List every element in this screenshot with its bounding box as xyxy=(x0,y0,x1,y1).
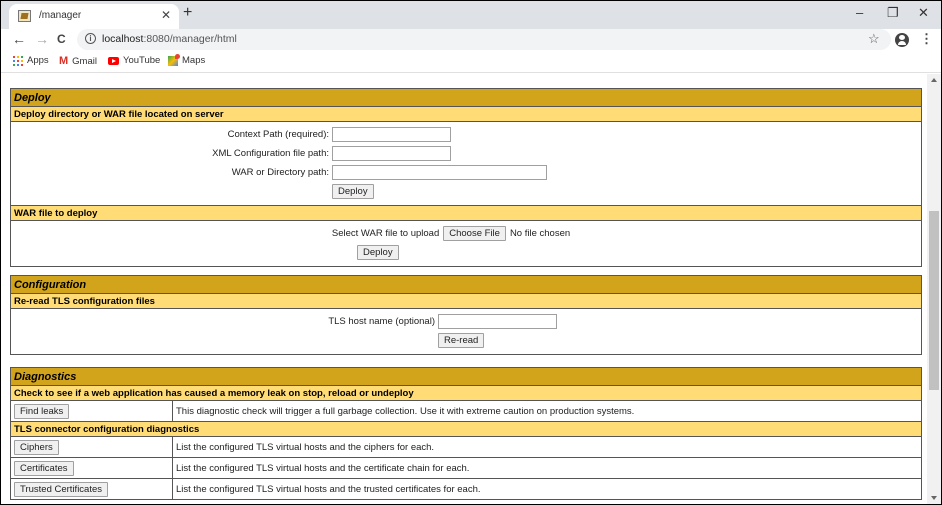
tab-title: /manager xyxy=(39,10,82,21)
ciphers-description: List the configured TLS virtual hosts an… xyxy=(172,436,922,458)
reread-button[interactable]: Re-read xyxy=(438,333,485,348)
browser-toolbar: ← → C i localhost:8080/manager/html ☆ ⋮ xyxy=(1,29,941,51)
vertical-scrollbar[interactable] xyxy=(927,74,941,504)
url-host: localhost xyxy=(102,33,144,45)
deploy-section: Deploy Deploy directory or WAR file loca… xyxy=(10,88,922,267)
diagnostics-section: Diagnostics Check to see if a web applic… xyxy=(10,367,922,500)
new-tab-button[interactable]: + xyxy=(183,5,192,21)
trusted-certificates-cell: Trusted Certificates xyxy=(10,478,173,500)
xml-config-path-label: XML Configuration file path: xyxy=(212,148,329,159)
trusted-certificates-row: Trusted Certificates List the configured… xyxy=(10,478,922,500)
bookmark-label: Gmail xyxy=(72,55,97,67)
find-leaks-cell: Find leaks xyxy=(10,400,173,422)
bookmark-gmail[interactable]: M Gmail xyxy=(59,55,97,67)
tls-host-label: TLS host name (optional) xyxy=(328,316,435,327)
reread-tls-heading: Re-read TLS configuration files xyxy=(10,293,922,309)
find-leaks-button[interactable]: Find leaks xyxy=(14,403,70,419)
scroll-up-arrow-icon[interactable] xyxy=(931,78,937,82)
scrollbar-thumb[interactable] xyxy=(929,211,939,390)
ciphers-row: Ciphers List the configured TLS virtual … xyxy=(10,436,922,458)
profile-avatar-icon[interactable] xyxy=(895,33,909,47)
memory-leak-heading: Check to see if a web application has ca… xyxy=(10,385,922,401)
bookmark-youtube[interactable]: YouTube xyxy=(108,55,160,66)
war-directory-path-label: WAR or Directory path: xyxy=(231,167,329,178)
choose-file-button[interactable]: Choose File xyxy=(443,226,506,241)
deploy-upload-button[interactable]: Deploy xyxy=(357,245,399,260)
war-directory-path-input[interactable] xyxy=(332,165,547,180)
apps-grid-icon xyxy=(13,55,23,66)
ciphers-button[interactable]: Ciphers xyxy=(14,439,59,455)
war-upload-heading: WAR file to deploy xyxy=(10,205,922,221)
xml-config-path-input[interactable] xyxy=(332,146,451,161)
deploy-server-heading: Deploy directory or WAR file located on … xyxy=(10,106,922,122)
select-war-label: Select WAR file to upload xyxy=(331,228,440,239)
minimize-button[interactable]: – xyxy=(856,5,863,20)
war-upload-form: Select WAR file to upload Choose File No… xyxy=(10,220,922,267)
bookmark-label: Maps xyxy=(182,55,206,66)
restore-button[interactable]: ❐ xyxy=(887,5,899,21)
bookmark-label: YouTube xyxy=(123,55,161,66)
maps-icon xyxy=(168,53,180,66)
diagnostics-title: Diagnostics xyxy=(10,367,922,386)
close-tab-icon[interactable]: ✕ xyxy=(161,8,171,22)
trusted-certificates-button[interactable]: Trusted Certificates xyxy=(14,481,109,497)
reread-tls-form: TLS host name (optional) Re-read xyxy=(10,308,922,355)
tls-host-input[interactable] xyxy=(438,314,557,329)
bookmark-maps[interactable]: Maps xyxy=(168,53,206,66)
tls-diagnostics-heading: TLS connector configuration diagnostics xyxy=(10,421,922,437)
browser-window: /manager ✕ + – ❐ ✕ ← → C i localhost:808… xyxy=(0,0,942,505)
deploy-server-button[interactable]: Deploy xyxy=(332,184,374,199)
context-path-input[interactable] xyxy=(332,127,451,142)
bookmark-apps[interactable]: Apps xyxy=(13,55,49,66)
browser-menu-icon[interactable]: ⋮ xyxy=(920,32,933,46)
page-content: Deploy Deploy directory or WAR file loca… xyxy=(1,74,926,504)
tomcat-favicon-icon xyxy=(18,10,31,22)
find-leaks-row: Find leaks This diagnostic check will tr… xyxy=(10,400,922,422)
bookmark-label: Apps xyxy=(27,55,49,66)
address-bar[interactable]: i localhost:8080/manager/html ☆ xyxy=(77,29,891,50)
file-status: No file chosen xyxy=(509,228,571,239)
gmail-icon: M xyxy=(59,55,69,67)
certificates-button[interactable]: Certificates xyxy=(14,460,74,476)
scroll-down-arrow-icon[interactable] xyxy=(931,496,937,500)
forward-button[interactable]: → xyxy=(35,31,49,47)
certificates-row: Certificates List the configured TLS vir… xyxy=(10,457,922,479)
back-button[interactable]: ← xyxy=(12,31,26,47)
ciphers-cell: Ciphers xyxy=(10,436,173,458)
certificates-description: List the configured TLS virtual hosts an… xyxy=(172,457,922,479)
certificates-cell: Certificates xyxy=(10,457,173,479)
configuration-section: Configuration Re-read TLS configuration … xyxy=(10,275,922,355)
trusted-certificates-description: List the configured TLS virtual hosts an… xyxy=(172,478,922,500)
find-leaks-description: This diagnostic check will trigger a ful… xyxy=(172,400,922,422)
close-window-button[interactable]: ✕ xyxy=(918,5,929,21)
configuration-title: Configuration xyxy=(10,275,922,294)
tab-strip: /manager ✕ + – ❐ ✕ xyxy=(1,1,941,29)
context-path-label: Context Path (required): xyxy=(227,129,329,140)
deploy-server-form: Context Path (required): XML Configurati… xyxy=(10,121,922,206)
bookmark-star-icon[interactable]: ☆ xyxy=(868,31,880,47)
url-text[interactable]: localhost:8080/manager/html xyxy=(102,33,237,45)
info-icon[interactable]: i xyxy=(85,33,96,44)
url-path: :8080/manager/html xyxy=(143,33,237,45)
bookmarks-bar: Apps M Gmail YouTube Maps xyxy=(1,51,941,73)
reload-button[interactable]: C xyxy=(57,32,66,46)
browser-tab[interactable]: /manager ✕ xyxy=(9,4,179,29)
deploy-title: Deploy xyxy=(10,88,922,107)
youtube-icon xyxy=(108,56,119,65)
